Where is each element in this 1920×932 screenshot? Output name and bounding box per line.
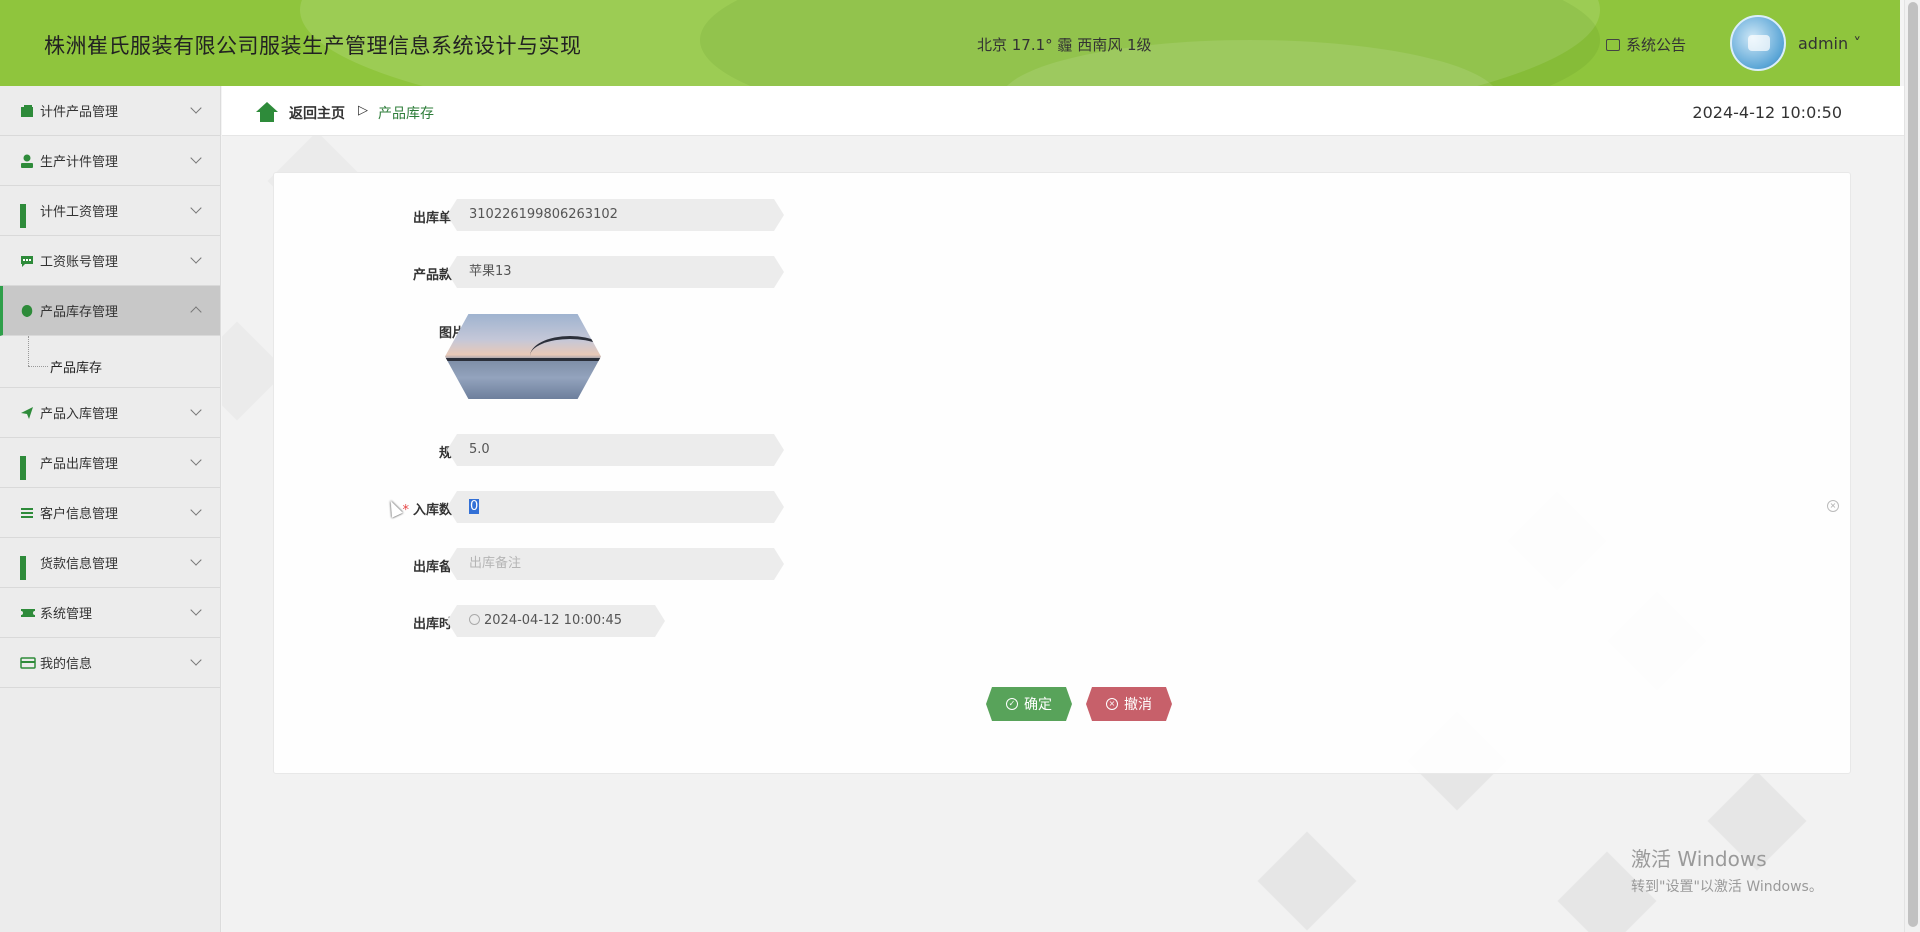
product-image[interactable] bbox=[445, 314, 601, 399]
chevron-down-icon bbox=[190, 152, 202, 164]
form-row-product-no: 产品款号 苹果13 bbox=[274, 256, 1850, 288]
check-circle-icon: ✓ bbox=[1006, 698, 1018, 710]
form-card: 出库单号 310226199806263102 产品款号 苹果13 图片 规格 … bbox=[273, 172, 1851, 774]
form-row-remark: 出库备注 出库备注 bbox=[274, 548, 1850, 580]
sidebar-subitem-label: 产品库存 bbox=[50, 361, 103, 376]
windows-activation-watermark: 激活 Windows 转到"设置"以激活 Windows。 bbox=[1631, 843, 1823, 896]
sidebar-item-wage-account[interactable]: 工资账号管理 bbox=[0, 236, 220, 286]
sidebar-item-product-inventory[interactable]: 产品库存管理 bbox=[0, 286, 220, 336]
sidebar: 计件产品管理 生产计件管理 计件工资管理 工资账号管理 产品库存管理 产品库存 … bbox=[0, 86, 221, 932]
sidebar-item-label: 工资账号管理 bbox=[40, 255, 119, 270]
chevron-down-icon bbox=[190, 202, 202, 214]
chevron-down-icon bbox=[190, 654, 202, 666]
sidebar-item-label: 计件工资管理 bbox=[40, 205, 119, 220]
chevron-down-icon bbox=[190, 454, 202, 466]
chevron-down-icon bbox=[190, 504, 202, 516]
time-field[interactable]: 2024-04-12 10:00:45 bbox=[447, 605, 665, 637]
sidebar-item-customer-info[interactable]: 客户信息管理 bbox=[0, 488, 220, 538]
product-no-field[interactable]: 苹果13 bbox=[447, 256, 784, 288]
confirm-label: 确定 bbox=[1024, 697, 1052, 713]
chevron-down-icon bbox=[190, 554, 202, 566]
system-notice-button[interactable]: 系统公告 bbox=[1606, 34, 1686, 55]
scrollbar-thumb[interactable] bbox=[1908, 2, 1918, 927]
datetime-display: 2024-4-12 10:0:50 bbox=[1692, 103, 1842, 122]
top-header: 株洲崔氏服装有限公司服装生产管理信息系统设计与实现 北京 17.1° 霾 西南风… bbox=[0, 0, 1900, 86]
breadcrumb-bar: 返回主页 ▷ 产品库存 2024-4-12 10:0:50 bbox=[222, 86, 1904, 136]
vertical-scrollbar[interactable] bbox=[1904, 0, 1920, 932]
paper-plane-icon bbox=[20, 406, 34, 420]
required-marker: * bbox=[402, 503, 409, 518]
avatar[interactable] bbox=[1730, 15, 1786, 71]
form-actions: ✓ 确定 × 撤消 bbox=[274, 687, 1850, 721]
sidebar-item-label: 产品库存管理 bbox=[40, 305, 119, 320]
chevron-down-icon bbox=[190, 252, 202, 264]
watermark-subtitle: 转到"设置"以激活 Windows。 bbox=[1631, 879, 1823, 895]
sidebar-item-label: 货款信息管理 bbox=[40, 557, 119, 572]
tree-line bbox=[28, 366, 48, 367]
weather-info: 北京 17.1° 霾 西南风 1级 bbox=[977, 36, 1152, 54]
chevron-down-icon bbox=[190, 102, 202, 114]
app-title: 株洲崔氏服装有限公司服装生产管理信息系统设计与实现 bbox=[44, 34, 582, 58]
order-no-field[interactable]: 310226199806263102 bbox=[447, 199, 784, 231]
leaf-icon bbox=[20, 304, 34, 318]
sidebar-item-my-info[interactable]: 我的信息 bbox=[0, 638, 220, 688]
notice-icon bbox=[1606, 38, 1620, 51]
card-icon bbox=[20, 656, 36, 670]
sidebar-item-label: 客户信息管理 bbox=[40, 507, 119, 522]
sidebar-item-label: 计件产品管理 bbox=[40, 105, 119, 120]
user-icon bbox=[20, 154, 34, 168]
quantity-field[interactable]: 0 bbox=[447, 491, 784, 523]
form-row-quantity: * 入库数量 0 × bbox=[274, 491, 1850, 523]
sidebar-subitem-product-inventory[interactable]: 产品库存 bbox=[0, 336, 220, 388]
tree-line bbox=[28, 336, 29, 366]
grid-icon bbox=[20, 203, 34, 228]
main-content: 返回主页 ▷ 产品库存 2024-4-12 10:0:50 出库单号 31022… bbox=[222, 86, 1904, 932]
chevron-down-icon bbox=[190, 404, 202, 416]
form-row-order-no: 出库单号 310226199806263102 bbox=[274, 199, 1850, 231]
breadcrumb-current: 产品库存 bbox=[378, 106, 434, 122]
sidebar-item-payment-info[interactable]: 货款信息管理 bbox=[0, 538, 220, 588]
quantity-value: 0 bbox=[470, 499, 479, 514]
wallet-icon bbox=[20, 104, 34, 118]
chevron-up-icon bbox=[190, 306, 202, 318]
breadcrumb-home-link[interactable]: 返回主页 bbox=[289, 103, 345, 123]
close-circle-icon: × bbox=[1106, 698, 1118, 710]
sidebar-item-label: 我的信息 bbox=[40, 657, 93, 672]
system-notice-label: 系统公告 bbox=[1626, 36, 1687, 54]
home-icon[interactable] bbox=[256, 102, 278, 122]
remark-field[interactable]: 出库备注 bbox=[447, 548, 784, 580]
spec-field[interactable]: 5.0 bbox=[447, 434, 784, 466]
clock-icon bbox=[469, 614, 480, 625]
breadcrumb-separator: ▷ bbox=[358, 103, 368, 118]
sidebar-item-piece-wage[interactable]: 计件工资管理 bbox=[0, 186, 220, 236]
form-row-image: 图片 bbox=[274, 314, 1850, 399]
sidebar-item-stock-out[interactable]: 产品出库管理 bbox=[0, 438, 220, 488]
ticket-icon bbox=[19, 606, 37, 620]
grid-icon bbox=[20, 455, 34, 480]
sidebar-item-product-piece[interactable]: 计件产品管理 bbox=[0, 86, 220, 136]
time-value: 2024-04-12 10:00:45 bbox=[484, 613, 623, 628]
grid-icon bbox=[20, 555, 34, 580]
sidebar-item-label: 系统管理 bbox=[40, 607, 93, 622]
sidebar-item-production-piece[interactable]: 生产计件管理 bbox=[0, 136, 220, 186]
list-icon bbox=[20, 506, 34, 520]
sidebar-item-label: 产品入库管理 bbox=[40, 407, 119, 422]
user-menu[interactable]: admin ˅ bbox=[1798, 34, 1861, 53]
sidebar-item-system[interactable]: 系统管理 bbox=[0, 588, 220, 638]
form-row-time: 出库时间 2024-04-12 10:00:45 bbox=[274, 605, 1850, 637]
chevron-down-icon bbox=[190, 604, 202, 616]
sidebar-item-label: 生产计件管理 bbox=[40, 155, 119, 170]
watermark-title: 激活 Windows bbox=[1631, 847, 1767, 871]
confirm-button[interactable]: ✓ 确定 bbox=[986, 687, 1072, 721]
chat-icon bbox=[20, 254, 34, 268]
sidebar-item-stock-in[interactable]: 产品入库管理 bbox=[0, 388, 220, 438]
sidebar-item-label: 产品出库管理 bbox=[40, 457, 119, 472]
cancel-button[interactable]: × 撤消 bbox=[1086, 687, 1172, 721]
remark-placeholder: 出库备注 bbox=[469, 556, 522, 571]
form-row-spec: 规格 5.0 bbox=[274, 434, 1850, 466]
background-decoration bbox=[1257, 831, 1357, 931]
cancel-label: 撤消 bbox=[1124, 697, 1152, 713]
clear-icon[interactable]: × bbox=[1827, 500, 1839, 512]
